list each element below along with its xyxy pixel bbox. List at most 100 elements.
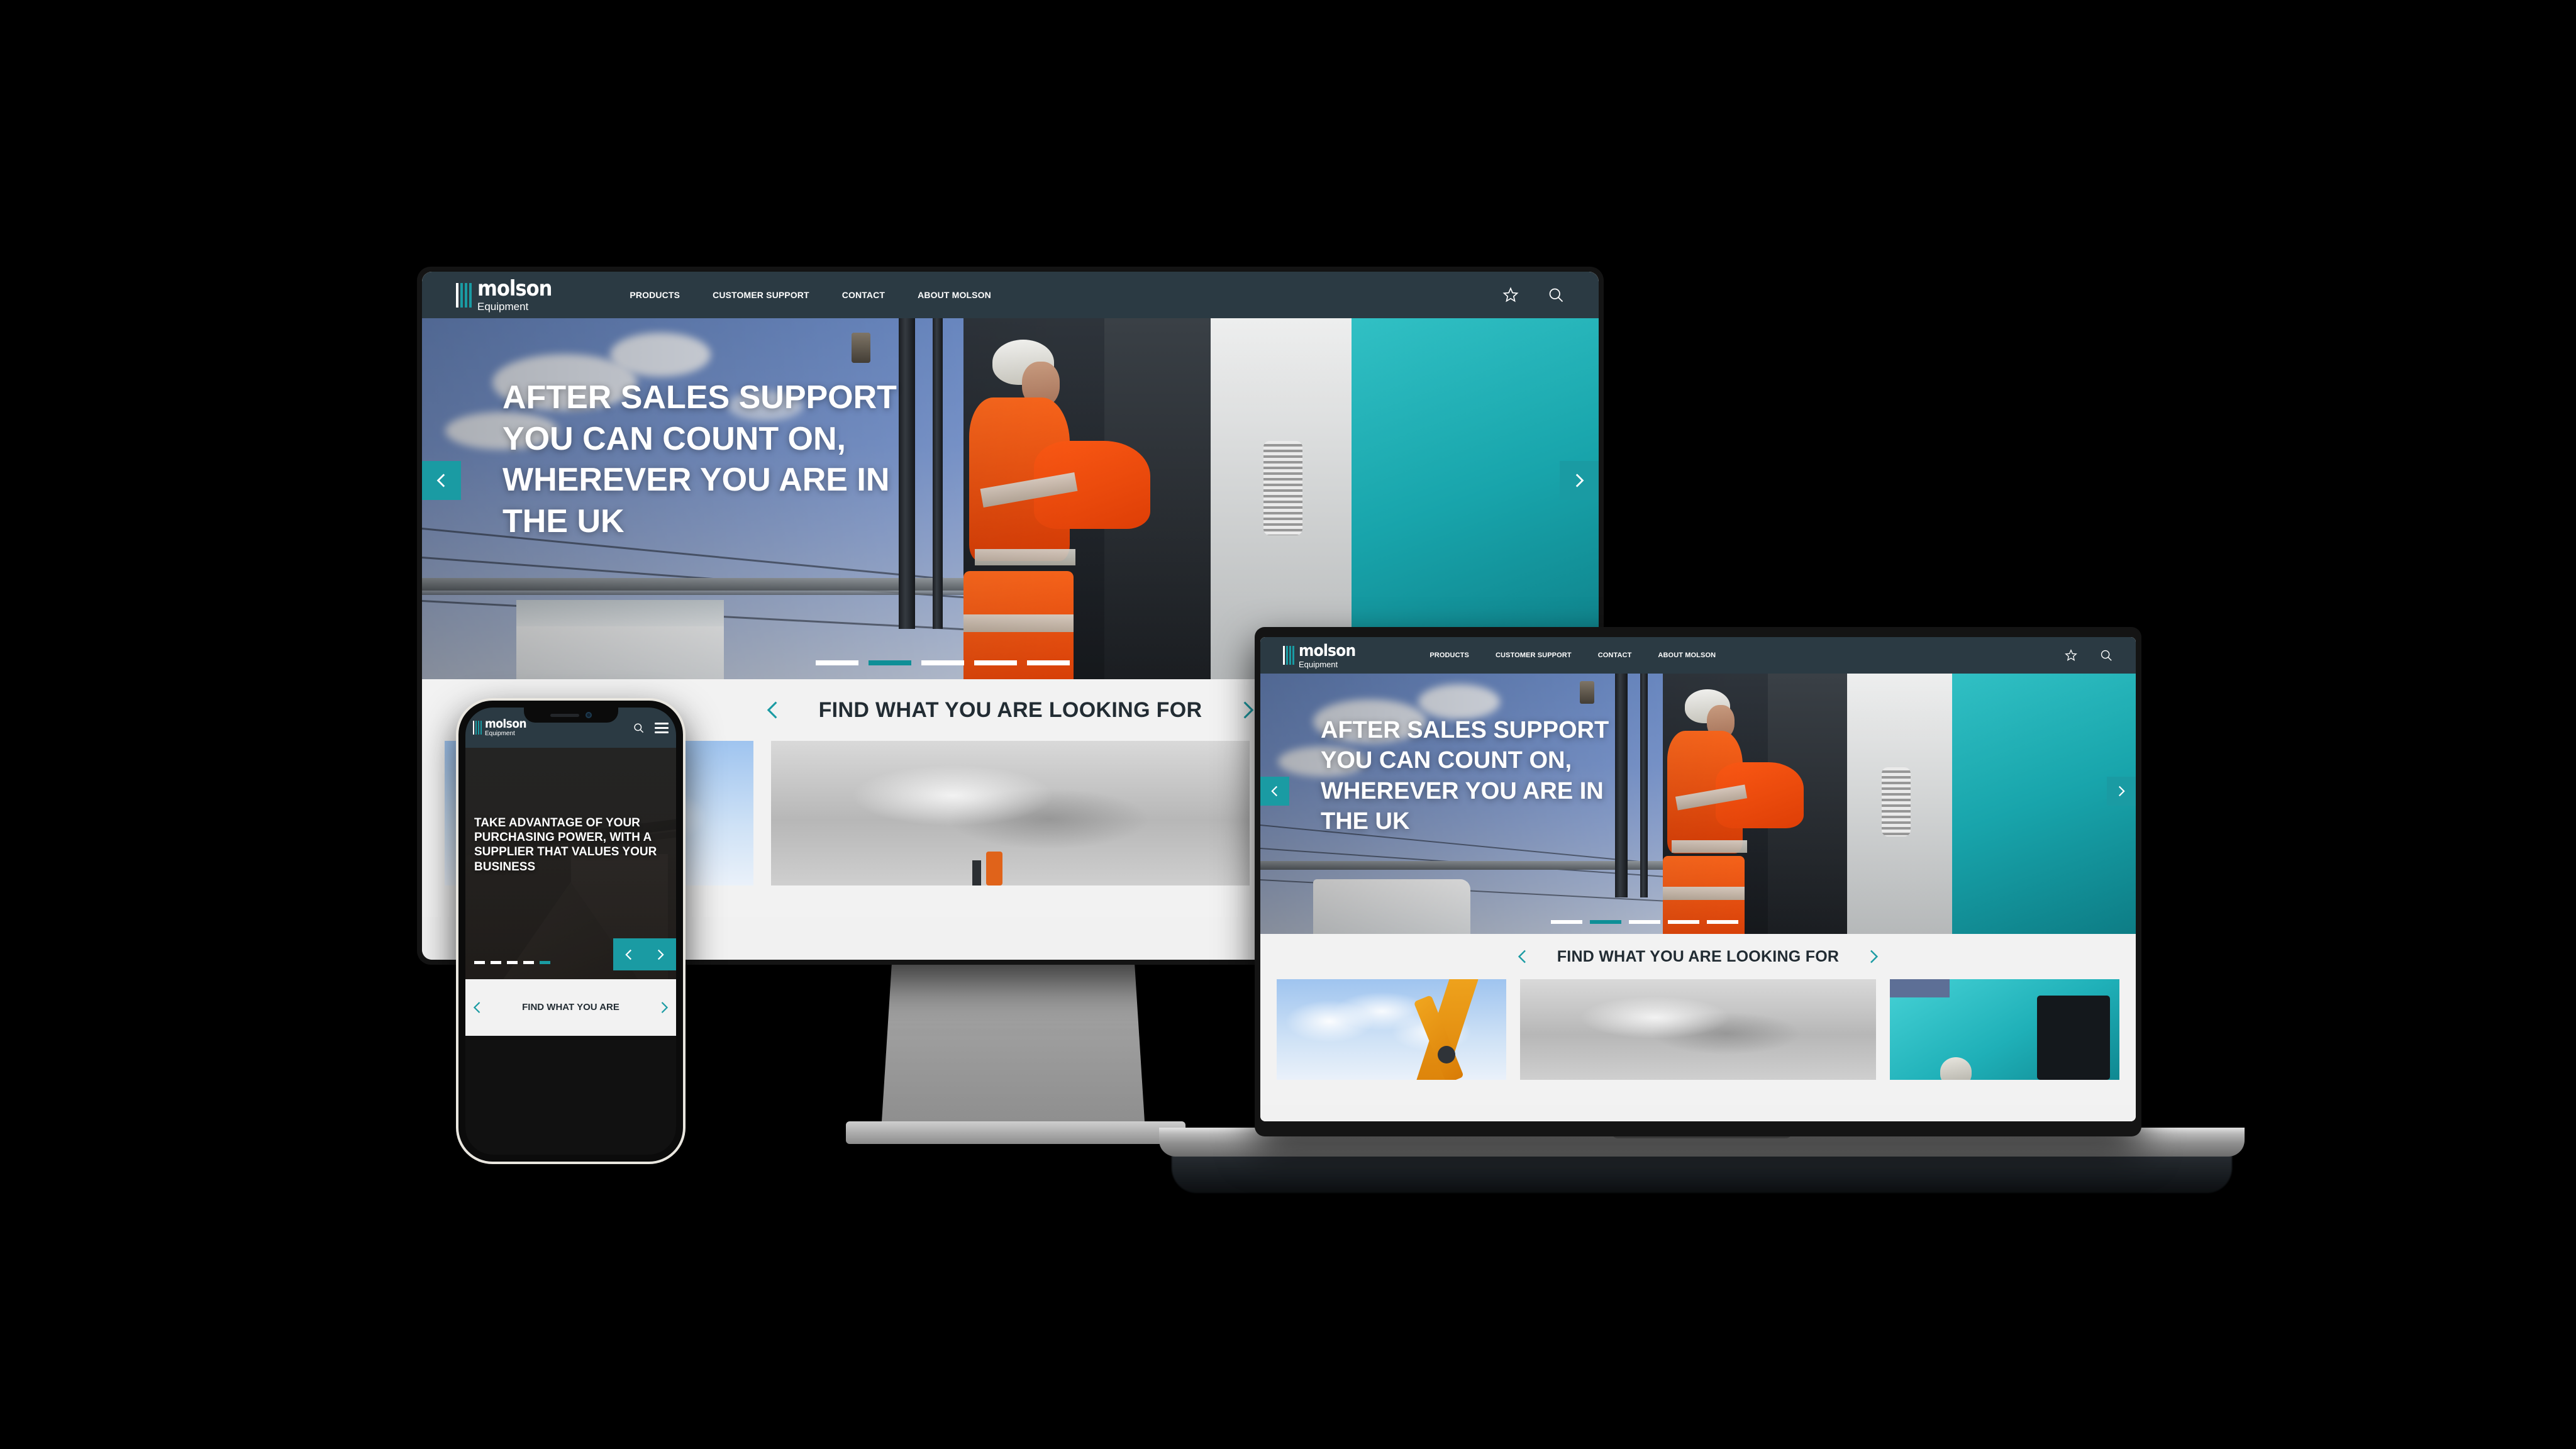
earpiece-speaker (550, 713, 579, 717)
logo-bars-icon (456, 282, 472, 308)
slide-indicator[interactable] (1027, 660, 1070, 665)
monitor-stand-neck (881, 965, 1145, 1131)
thumb-orange-excavator[interactable] (1277, 979, 1507, 1080)
hero-line-1: AFTER SALES SUPPORT (502, 379, 897, 416)
monitor-stand-base (846, 1121, 1185, 1144)
hero-slide-indicators-desktop[interactable] (816, 660, 1070, 665)
find-prev-button-laptop[interactable] (1514, 948, 1531, 965)
main-nav-desktop: PRODUCTS CUSTOMER SUPPORT CONTACT ABOUT … (630, 290, 991, 300)
hero-carousel-laptop: AFTER SALES SUPPORT YOU CAN COUNT ON, WH… (1260, 674, 2136, 934)
logo-subtitle: Equipment (485, 730, 515, 737)
hero-line-2: YOU CAN COUNT ON, (502, 420, 846, 457)
search-icon[interactable] (633, 722, 645, 734)
phone-device: molson Equipment TAKE ADVANTAGE OF YOUR … (458, 701, 683, 1162)
product-thumbs-laptop (1260, 979, 2136, 1105)
nav-item-products[interactable]: PRODUCTS (630, 290, 680, 300)
hero-headline-desktop: AFTER SALES SUPPORT YOU CAN COUNT ON, WH… (502, 377, 897, 542)
slide-indicator[interactable] (474, 961, 485, 964)
find-next-button-laptop[interactable] (1865, 948, 1882, 965)
slide-indicator[interactable] (1551, 920, 1582, 924)
hero-prev-button-desktop[interactable] (422, 461, 461, 500)
hero-prev-button-laptop[interactable] (1260, 777, 1289, 806)
slide-indicator-active[interactable] (869, 660, 911, 665)
find-band-phone: FIND WHAT YOU ARE (465, 979, 676, 1036)
hero-next-button-desktop[interactable] (1560, 461, 1599, 500)
nav-item-contact[interactable]: CONTACT (842, 290, 885, 300)
logo-word: molson (485, 717, 527, 731)
hero-headline-laptop: AFTER SALES SUPPORT YOU CAN COUNT ON, WH… (1321, 715, 1609, 836)
find-band-laptop: FIND WHAT YOU ARE LOOKING FOR (1260, 934, 2136, 979)
hero-next-button-laptop[interactable] (2107, 777, 2136, 806)
site-header-laptop: molson Equipment PRODUCTS CUSTOMER SUPPO… (1260, 637, 2136, 674)
site-header-desktop: molson Equipment PRODUCTS CUSTOMER SUPPO… (422, 272, 1599, 318)
logo-desktop[interactable]: molson Equipment (456, 278, 552, 312)
hero-line-3: WHEREVER YOU ARE IN (1321, 777, 1604, 804)
slide-indicator-active[interactable] (1590, 920, 1621, 924)
find-prev-button-phone[interactable] (470, 1001, 484, 1014)
slide-indicator[interactable] (1629, 920, 1660, 924)
nav-item-about-molson[interactable]: ABOUT MOLSON (918, 290, 991, 300)
front-camera (585, 712, 592, 718)
thumb-machine-grey-sky[interactable] (1520, 979, 1876, 1080)
slide-indicator[interactable] (507, 961, 518, 964)
hero-line-2: YOU CAN COUNT ON, (1321, 747, 1572, 774)
laptop-shadow-foot (1172, 1154, 2232, 1193)
logo-word: molson (1299, 641, 1356, 660)
find-title-phone: FIND WHAT YOU ARE (522, 1001, 619, 1013)
search-icon[interactable] (1547, 286, 1565, 304)
logo-word: molson (477, 276, 552, 301)
thumb-teal-machine[interactable] (1889, 979, 2120, 1080)
nav-item-about-molson[interactable]: ABOUT MOLSON (1658, 652, 1716, 659)
star-icon[interactable] (2064, 648, 2078, 662)
nav-item-customer-support[interactable]: CUSTOMER SUPPORT (1496, 652, 1572, 659)
logo-wordmark: molson Equipment (477, 278, 552, 312)
nav-item-contact[interactable]: CONTACT (1598, 652, 1632, 659)
slide-indicator[interactable] (921, 660, 964, 665)
header-icons-laptop (2064, 648, 2113, 662)
find-next-button-phone[interactable] (657, 1001, 671, 1014)
slide-indicator[interactable] (491, 961, 501, 964)
hero-carousel-phone: TAKE ADVANTAGE OF YOUR PURCHASING POWER,… (465, 748, 676, 979)
slide-indicator[interactable] (974, 660, 1017, 665)
slide-indicator[interactable] (1668, 920, 1699, 924)
phone-screen: molson Equipment TAKE ADVANTAGE OF YOUR … (465, 708, 676, 1155)
hero-slide-indicators-laptop[interactable] (1551, 920, 1738, 924)
find-title-laptop: FIND WHAT YOU ARE LOOKING FOR (1557, 947, 1840, 965)
thumb-machine-grey-sky[interactable] (770, 741, 1250, 886)
menu-icon[interactable] (655, 722, 669, 733)
hero-prev-button-phone[interactable] (613, 938, 645, 970)
nav-item-customer-support[interactable]: CUSTOMER SUPPORT (713, 290, 809, 300)
logo-phone[interactable]: molson Equipment (473, 717, 527, 737)
phone-notch (523, 708, 618, 723)
star-icon[interactable] (1502, 286, 1519, 304)
screenshot-stage: molson Equipment PRODUCTS CUSTOMER SUPPO… (0, 0, 2576, 1449)
laptop-device: molson Equipment PRODUCTS CUSTOMER SUPPO… (1255, 627, 2141, 1136)
logo-wordmark: molson Equipment (1299, 641, 1356, 669)
hero-line-4: THE UK (502, 502, 625, 540)
hero-carousel-desktop: AFTER SALES SUPPORT YOU CAN COUNT ON, WH… (422, 318, 1599, 679)
header-icons-desktop (1502, 286, 1565, 304)
logo-subtitle: Equipment (1299, 659, 1338, 669)
logo-bars-icon (473, 721, 482, 735)
laptop-screen: molson Equipment PRODUCTS CUSTOMER SUPPO… (1260, 637, 2136, 1121)
hero-line-4: THE UK (1321, 808, 1410, 835)
website-laptop: molson Equipment PRODUCTS CUSTOMER SUPPO… (1260, 637, 2136, 1121)
logo-wordmark: molson Equipment (485, 717, 527, 737)
search-icon[interactable] (2099, 648, 2113, 662)
main-nav-laptop: PRODUCTS CUSTOMER SUPPORT CONTACT ABOUT … (1430, 652, 1716, 659)
slide-indicator[interactable] (523, 961, 534, 964)
hero-line-1: AFTER SALES SUPPORT (1321, 717, 1609, 743)
find-prev-button-desktop[interactable] (762, 699, 784, 721)
header-icons-phone (633, 722, 669, 734)
slide-indicator[interactable] (1707, 920, 1738, 924)
slide-indicator[interactable] (816, 660, 858, 665)
logo-bars-icon (1283, 646, 1294, 665)
hero-slide-indicators-phone[interactable] (474, 961, 550, 964)
find-title-desktop: FIND WHAT YOU ARE LOOKING FOR (818, 697, 1202, 722)
hero-arrows-phone (613, 938, 676, 970)
logo-laptop[interactable]: molson Equipment (1283, 641, 1356, 669)
hero-next-button-phone[interactable] (645, 938, 676, 970)
slide-indicator-active[interactable] (540, 961, 550, 964)
nav-item-products[interactable]: PRODUCTS (1430, 652, 1469, 659)
logo-subtitle: Equipment (477, 301, 529, 313)
